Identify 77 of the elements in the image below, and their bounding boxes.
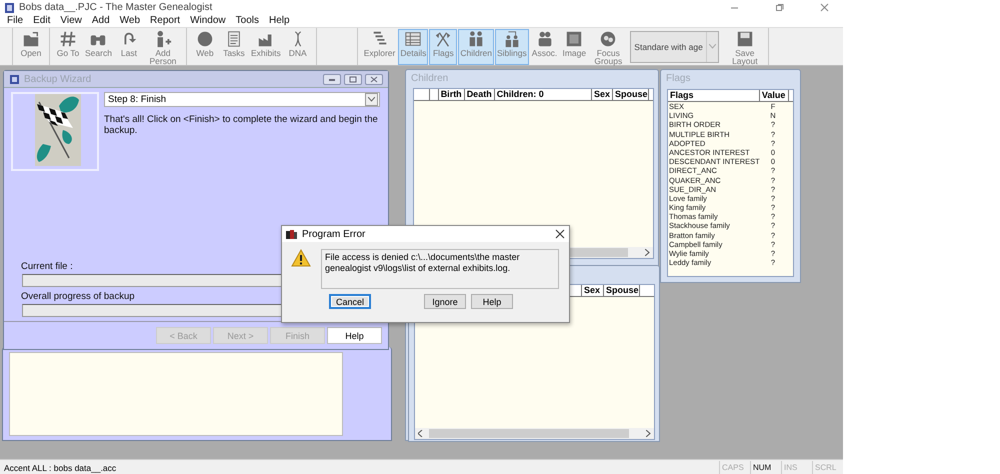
table-icon [404, 30, 422, 48]
dialog-button[interactable]: Ignore [424, 294, 466, 309]
step-dropdown[interactable]: Step 8: Finish [104, 92, 380, 107]
restore-icon [775, 2, 784, 12]
dialog-button[interactable]: Help [471, 294, 513, 309]
menu-item[interactable]: Help [264, 15, 295, 26]
close-icon [555, 229, 565, 239]
column-header: Sex [582, 285, 604, 296]
window-title: Bobs data__.PJC - The Master Genealogist [19, 2, 212, 12]
toolbar-button[interactable]: Go To [54, 28, 82, 64]
toolbar-button[interactable]: Last [114, 28, 143, 64]
close-icon [820, 2, 829, 12]
toolbar-button[interactable]: Children [458, 28, 494, 64]
toolbar-button[interactable]: Save Layout [726, 28, 764, 64]
dialog-title: Program Error [302, 228, 366, 240]
menu-item[interactable]: Edit [28, 15, 56, 26]
window-title: Flags [666, 72, 690, 84]
toolbar-button[interactable]: Web [190, 28, 219, 64]
flags-icon [434, 30, 452, 48]
menu-item[interactable]: View [55, 15, 87, 26]
toolbar-button[interactable]: DNA [284, 28, 312, 64]
layout-dropdown[interactable]: Standare with age [630, 30, 719, 62]
field-label: Overall progress of backup [21, 291, 135, 302]
toolbar-button[interactable]: Details [398, 28, 428, 64]
menu-item[interactable]: Window [185, 15, 231, 26]
wizard-button[interactable]: Help [327, 327, 382, 344]
toolbar-button[interactable]: Explorer [362, 28, 398, 64]
column-header: Children: 0 [494, 89, 592, 100]
warning-icon [291, 249, 311, 267]
toolbar-button[interactable]: Siblings [495, 28, 529, 64]
column-header: Value [760, 90, 789, 101]
caret-icon [368, 97, 375, 102]
window-title: Children [411, 72, 448, 84]
menu-item[interactable]: File [2, 15, 28, 26]
toolbar-button[interactable]: Add Person [144, 28, 182, 64]
instruction-text: That's all! Click on <Finish> to complete the wizard and begin the backup. [104, 114, 379, 136]
column-header: Birth [438, 89, 465, 100]
people-icon [467, 30, 486, 48]
window-title: Backup Wizard [24, 74, 92, 84]
key-indicator: CAPS [719, 461, 750, 474]
status-text: Accent ALL : bobs data__.acc [3, 462, 118, 472]
column-header: Flags [668, 90, 760, 101]
menu-item[interactable]: Tools [230, 15, 264, 26]
menu-item[interactable]: Web [114, 15, 146, 26]
key-indicator: SCRL [812, 461, 843, 474]
menu-item[interactable]: Report [145, 15, 186, 26]
toolbar-button[interactable]: Flags [429, 28, 458, 64]
column-header: Spouse [604, 285, 640, 296]
restore-icon [344, 74, 362, 84]
people-icon [502, 30, 521, 48]
error-icon [286, 228, 298, 240]
menu-item[interactable]: Add [86, 15, 115, 26]
key-indicator: INS [781, 461, 812, 474]
key-indicator: NUM [750, 461, 781, 474]
hash-icon [59, 30, 77, 48]
field-label: Current file : [21, 261, 73, 272]
close-icon [365, 74, 383, 84]
toolbar-button[interactable]: Tasks [220, 28, 248, 64]
toolbar-button[interactable]: Search [83, 28, 114, 64]
error-message: File access is denied c:\...\documents\the master genealogist v9\logs\list of external exhibits.log. [321, 249, 559, 289]
horizontal-scrollbar[interactable] [415, 428, 654, 439]
toolbar-button[interactable]: Focus Groups [589, 28, 628, 64]
toolbar-button[interactable]: Open [17, 28, 45, 64]
minimize-icon [323, 74, 341, 84]
column-header: Spouse [612, 89, 649, 100]
app-icon [4, 2, 15, 12]
tree-list-icon [370, 30, 389, 48]
save-icon [736, 30, 754, 48]
dialog-button[interactable]: Cancel [329, 294, 371, 309]
column-header: Death [464, 89, 495, 100]
toolbar-button[interactable]: Assoc. [530, 28, 560, 64]
column-header: Sex [592, 89, 613, 100]
folder-icon [22, 30, 40, 48]
image-icon [565, 30, 584, 48]
toolbar-button[interactable]: Exhibits [248, 28, 283, 64]
caret-icon [708, 44, 716, 49]
toolbar-button[interactable]: Image [560, 28, 588, 64]
